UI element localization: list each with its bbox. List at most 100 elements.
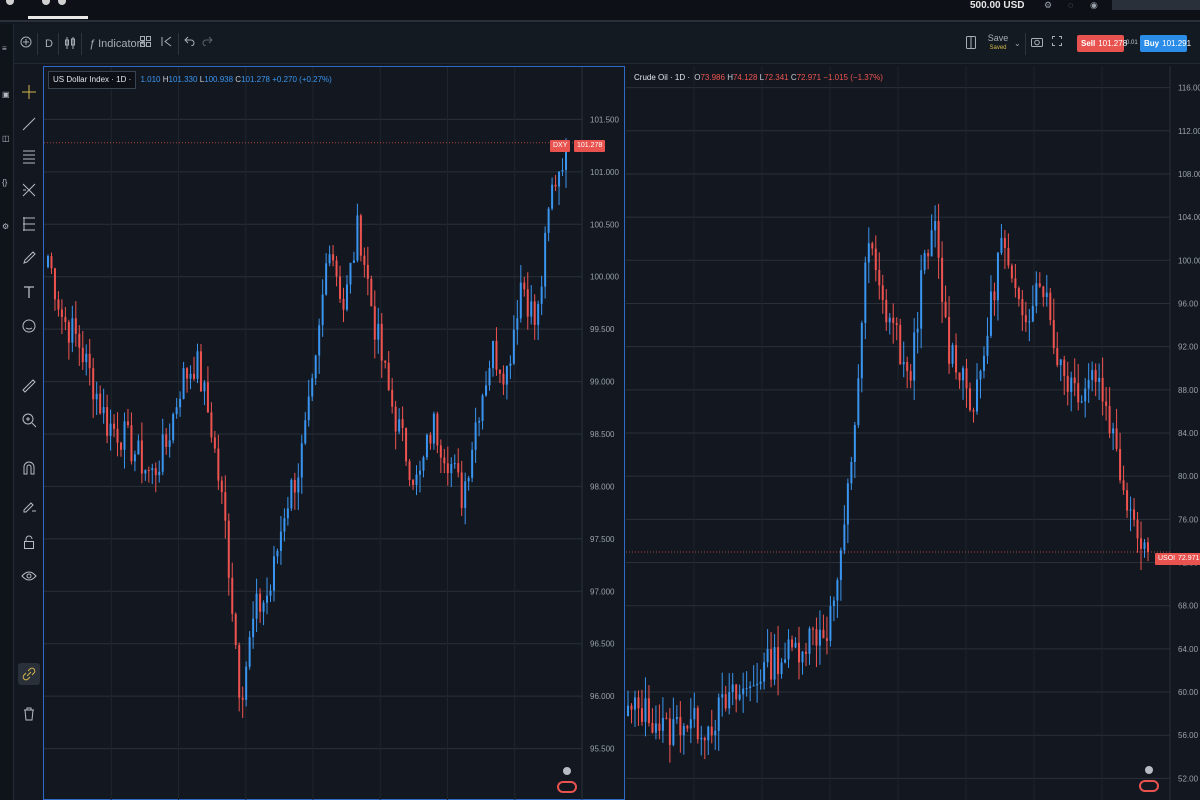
dxy-candle-body (154, 468, 157, 476)
zoom-in-icon[interactable] (21, 412, 37, 428)
pencil-lock-icon[interactable] (21, 498, 37, 514)
usoil-close-value: 72.971 (796, 73, 822, 82)
usoil-candle-body (679, 716, 682, 736)
timeframe-button[interactable]: D (45, 36, 53, 52)
undo-icon[interactable] (184, 36, 195, 52)
dxy-candle-body (363, 255, 366, 265)
redo-icon[interactable] (202, 36, 213, 52)
usoil-candle-body (857, 378, 860, 426)
usoil-candle-body (829, 606, 832, 641)
usoil-candle-body (728, 692, 731, 709)
usoil-candle-body (665, 717, 668, 719)
text-tool-icon[interactable] (21, 284, 37, 300)
usoil-candle-body (909, 371, 912, 381)
dxy-candle-body (498, 369, 501, 374)
dxy-candlestick-chart[interactable]: 101.500 101.000 100.500 100.000 99.500 99.000… (44, 67, 626, 800)
dxy-candle-body (147, 470, 150, 472)
usoil-candle-body (934, 221, 937, 231)
menu-icon[interactable] (58, 0, 66, 5)
usoil-candle-body (836, 580, 839, 601)
dxy-candle-body (554, 184, 557, 187)
portfolio-icon[interactable]: ▣ (2, 90, 12, 99)
usoil-candle-body (721, 694, 724, 698)
account-balance[interactable]: 500.00 USD (970, 0, 1024, 11)
usoil-candle-body (885, 299, 888, 323)
eye-icon[interactable] (21, 568, 37, 584)
menu-icon[interactable] (42, 0, 50, 5)
usoil-chart-pane[interactable]: 116.00 112.00 108.00 104.00 100.00 96.00 92.00… (626, 66, 1200, 800)
pitchfork-icon[interactable] (21, 182, 37, 198)
usoil-candle-body (895, 322, 898, 325)
layout-grid-icon[interactable] (140, 36, 151, 52)
dxy-chart-pane[interactable]: 101.500 101.000 100.500 100.000 99.500 99.000… (43, 66, 625, 800)
dxy-y-tick-label: 95.500 (590, 745, 615, 754)
dxy-candle-body (99, 393, 102, 414)
left-sidebar: ≡ ▣ ◫ {} ⚙ (0, 24, 14, 800)
dxy-candle-body (283, 518, 286, 532)
menu-icon[interactable]: ≡ (2, 44, 12, 53)
fib-retracement-icon[interactable] (21, 216, 37, 232)
ruler-icon[interactable] (21, 378, 37, 394)
dxy-symbol-tag: DXY (550, 140, 571, 152)
link-icon[interactable] (21, 666, 37, 682)
usoil-candle-body (1140, 538, 1143, 549)
usoil-candle-body (843, 524, 846, 551)
dxy-candle-body (325, 263, 328, 295)
active-tab-indicator (28, 16, 88, 19)
usoil-y-tick-label: 76.00 (1178, 515, 1199, 524)
dxy-candle-body (488, 368, 491, 386)
emoji-icon[interactable] (21, 318, 37, 334)
camera-icon[interactable] (1031, 36, 1043, 52)
drawing-toolbar (15, 66, 43, 800)
usoil-symbol-title[interactable]: Crude Oil · 1D · (634, 73, 690, 82)
top-navigation-bar: 500.00 USD ⚙ ◌ ◉ (0, 0, 1200, 22)
save-button[interactable]: Save Saved (985, 33, 1011, 53)
code-icon[interactable]: {} (2, 178, 12, 187)
brush-icon[interactable] (21, 250, 37, 266)
usoil-candle-body (770, 649, 773, 680)
trash-icon[interactable] (21, 706, 37, 722)
crosshair-icon[interactable] (21, 84, 37, 100)
chart-icon[interactable]: ◫ (2, 134, 12, 143)
usoil-candle-body (738, 694, 741, 700)
usoil-candle-body (756, 683, 759, 686)
usoil-candlestick-chart[interactable]: 116.00 112.00 108.00 104.00 100.00 96.00 92.00… (626, 66, 1200, 800)
usoil-candle-body (951, 345, 954, 364)
dxy-candle-body (349, 262, 352, 285)
layout-split-icon[interactable] (966, 36, 976, 52)
add-symbol-button[interactable] (20, 36, 32, 52)
usoil-candle-body (627, 705, 629, 717)
dxy-candle-body (158, 471, 161, 476)
dxy-candle-body (370, 278, 373, 307)
usoil-candle-body (972, 410, 975, 412)
settings-icon[interactable]: ⚙ (2, 222, 12, 231)
replay-icon[interactable] (160, 36, 172, 52)
sell-button[interactable]: Sell 101.278 (1077, 35, 1127, 52)
dxy-high-value: 101.330 (168, 75, 198, 84)
dxy-candle-body (495, 340, 498, 370)
dxy-candle-body (314, 355, 317, 379)
usoil-candle-body (902, 361, 905, 365)
deposit-button[interactable] (1112, 0, 1200, 10)
usoil-candle-body (647, 698, 650, 723)
lock-icon[interactable] (21, 534, 37, 550)
settings-icon[interactable]: ⚙ (1044, 0, 1052, 11)
dxy-candle-body (401, 419, 404, 428)
notification-icon[interactable]: ◌ (1068, 0, 1073, 10)
function-icon: ƒ (89, 38, 96, 50)
buy-button[interactable]: Buy 101.291 (1140, 35, 1191, 52)
trend-line-icon[interactable] (21, 116, 37, 132)
horizontal-lines-icon[interactable] (21, 148, 37, 164)
usoil-candle-body (1119, 448, 1122, 481)
dxy-candle-body (60, 309, 63, 317)
usoil-candle-body (906, 361, 909, 372)
indicators-button[interactable]: ƒ Indicators (89, 36, 146, 52)
dxy-symbol-title[interactable]: US Dollar Index · 1D · (48, 71, 137, 89)
user-icon[interactable]: ◉ (1090, 0, 1098, 11)
usoil-y-tick-label: 80.00 (1178, 472, 1199, 481)
usoil-candle-body (930, 230, 933, 257)
save-dropdown-chevron-icon[interactable]: ⌄ (1014, 36, 1021, 52)
chart-type-icon[interactable] (64, 36, 76, 52)
fullscreen-icon[interactable] (1052, 36, 1062, 52)
magnet-icon[interactable] (21, 460, 37, 476)
